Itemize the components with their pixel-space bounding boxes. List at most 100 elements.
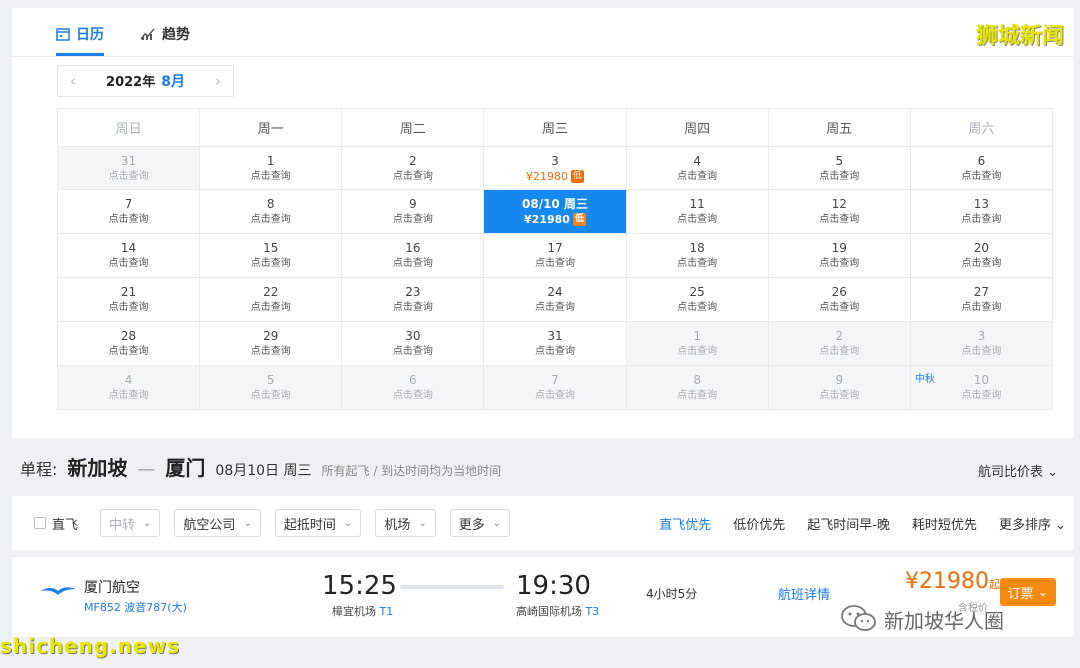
sort-direct-first[interactable]: 直飞优先	[659, 514, 711, 533]
query-hint: 点击查询	[819, 346, 860, 357]
calendar-day[interactable]: 14 点击查询	[58, 233, 201, 278]
calendar-day[interactable]: 中秋 10 点击查询	[910, 365, 1053, 410]
calendar-day[interactable]: 7 点击查询	[484, 365, 627, 410]
calendar-day[interactable]: 30 点击查询	[342, 321, 485, 366]
day-number: 8	[693, 373, 701, 387]
next-month-icon[interactable]: ›	[215, 72, 221, 90]
calendar-day[interactable]: 16 点击查询	[342, 233, 485, 278]
calendar-day[interactable]: 31 点击查询	[484, 321, 627, 366]
book-button[interactable]: 订票 ⌄	[1000, 578, 1056, 606]
prev-month-icon[interactable]: ‹	[70, 72, 76, 90]
query-hint: 点击查询	[392, 258, 433, 269]
arrival-terminal: T3	[585, 605, 600, 618]
calendar-day[interactable]: 1 点击查询	[200, 146, 343, 190]
day-price-value: ¥21980	[525, 169, 568, 183]
calendar-day[interactable]: 9 点击查询	[342, 189, 485, 234]
calendar-day[interactable]: 2 点击查询	[342, 146, 485, 190]
day-number: 6	[409, 373, 417, 387]
calendar-day[interactable]: 9 点击查询	[768, 365, 911, 410]
transfer-select[interactable]: 中转 ⌄	[100, 509, 161, 537]
month-text: 8月	[161, 74, 185, 90]
sort-departure-time[interactable]: 起飞时间早-晚	[807, 514, 890, 533]
calendar-day[interactable]: 3 ¥21980 低	[484, 146, 627, 190]
day-price: ¥21980 低	[524, 212, 586, 227]
query-hint: 点击查询	[677, 302, 718, 313]
calendar-day[interactable]: 26 点击查询	[768, 277, 911, 322]
holiday-label: 中秋	[914, 374, 935, 385]
flight-route-line	[400, 585, 504, 589]
calendar-day[interactable]: 8 点击查询	[200, 189, 343, 234]
calendar-day[interactable]: 4 点击查询	[58, 365, 201, 410]
calendar-day[interactable]: 1 点击查询	[626, 321, 769, 366]
tab-trend[interactable]: 趋势	[140, 18, 190, 50]
query-hint: 点击查询	[819, 214, 860, 225]
calendar-day[interactable]: 11 点击查询	[626, 189, 769, 234]
route-dash: —	[137, 459, 156, 480]
calendar-day[interactable]: 31 点击查询	[58, 146, 201, 190]
query-hint: 点击查询	[961, 214, 1002, 225]
calendar-day[interactable]: 5 点击查询	[768, 146, 911, 190]
query-hint: 点击查询	[108, 258, 149, 269]
price-value: ¥21980	[905, 569, 989, 594]
day-number: 3	[551, 153, 559, 168]
calendar-day[interactable]: 27 点击查询	[910, 277, 1053, 322]
calendar-day[interactable]: 2 点击查询	[768, 321, 911, 366]
day-number: 9	[835, 373, 844, 387]
flight-detail-link[interactable]: 航班详情	[778, 584, 830, 603]
time-select[interactable]: 起抵时间 ⌄	[274, 509, 362, 537]
direct-checkbox[interactable]: 直飞	[34, 514, 78, 533]
calendar-day[interactable]: 7 点击查询	[58, 189, 201, 234]
travel-date: 08月10日 周三	[215, 463, 312, 479]
calendar-day[interactable]: 22 点击查询	[200, 277, 343, 322]
airline-select[interactable]: 航空公司 ⌄	[174, 509, 261, 537]
calendar-week-row: 4 点击查询 5 点击查询 6 点击查询 7 点击查询 8 点击查询 9 点击查询 中秋 10 点击查询	[57, 365, 1053, 410]
query-hint: 点击查询	[108, 346, 149, 357]
sort-more[interactable]: 更多排序 ⌄	[999, 514, 1066, 533]
tab-calendar[interactable]: 日历	[56, 18, 104, 56]
calendar-day[interactable]: 29 点击查询	[200, 321, 343, 366]
calendar-day[interactable]: 3 点击查询	[910, 321, 1053, 366]
day-number: 26	[831, 285, 847, 299]
checkbox-box[interactable]	[34, 517, 46, 529]
calendar-day[interactable]: 23 点击查询	[342, 277, 485, 322]
calendar-day[interactable]: 4 点击查询	[626, 146, 769, 190]
flight-number[interactable]: MF852 波音787(大)	[84, 599, 187, 615]
calendar-day[interactable]: 18 点击查询	[626, 233, 769, 278]
query-hint: 点击查询	[392, 346, 433, 357]
calendar-day[interactable]: 28 点击查询	[58, 321, 201, 366]
airport-select[interactable]: 机场 ⌄	[375, 509, 436, 537]
low-price-badge: 低	[570, 169, 584, 183]
query-hint: 点击查询	[108, 302, 149, 313]
calendar-day[interactable]: 19 点击查询	[768, 233, 911, 278]
calendar-day[interactable]: 6 点击查询	[910, 146, 1053, 190]
day-number: 9	[409, 197, 417, 211]
sort-low-price[interactable]: 低价优先	[733, 514, 785, 533]
sort-shortest[interactable]: 耗时短优先	[912, 514, 977, 533]
day-number: 28	[120, 329, 137, 343]
day-number: 5	[266, 373, 275, 387]
more-select[interactable]: 更多 ⌄	[449, 509, 511, 537]
calendar-day[interactable]: 24 点击查询	[484, 277, 627, 322]
calendar-week-row: 7 点击查询 8 点击查询 9 点击查询 08/10 周三 ¥21980 低 11 点击查询 12 点击…	[57, 189, 1053, 234]
calendar-day[interactable]: 20 点击查询	[910, 233, 1053, 278]
calendar-day[interactable]: 6 点击查询	[342, 365, 485, 410]
calendar-day[interactable]: 25 点击查询	[626, 277, 769, 322]
transfer-select-label: 中转	[109, 517, 136, 533]
calendar-day[interactable]: 13 点击查询	[910, 189, 1053, 234]
time-select-label: 起抵时间	[283, 517, 336, 533]
calendar-day[interactable]: 12 点击查询	[768, 189, 911, 234]
query-hint: 点击查询	[250, 214, 291, 225]
airline-compare-link[interactable]: 航司比价表 ⌄	[978, 461, 1058, 480]
calendar-day[interactable]: 17 点击查询	[484, 233, 627, 278]
calendar-day[interactable]: 21 点击查询	[58, 277, 201, 322]
airport-select-label: 机场	[384, 517, 411, 533]
calendar-day-selected[interactable]: 08/10 周三 ¥21980 低	[484, 189, 627, 234]
day-number: 20	[973, 241, 990, 255]
calendar-day[interactable]: 5 点击查询	[200, 365, 343, 410]
calendar-day[interactable]: 15 点击查询	[200, 233, 343, 278]
query-hint: 点击查询	[677, 390, 718, 401]
day-number: 15	[263, 241, 279, 255]
filter-bar: 直飞 中转 ⌄ 航空公司 ⌄ 起抵时间 ⌄ 机场 ⌄ 更多 ⌄ 直飞优先 低价优先 起飞时…	[12, 496, 1074, 550]
query-hint: 点击查询	[819, 170, 860, 182]
calendar-day[interactable]: 8 点击查询	[626, 365, 769, 410]
